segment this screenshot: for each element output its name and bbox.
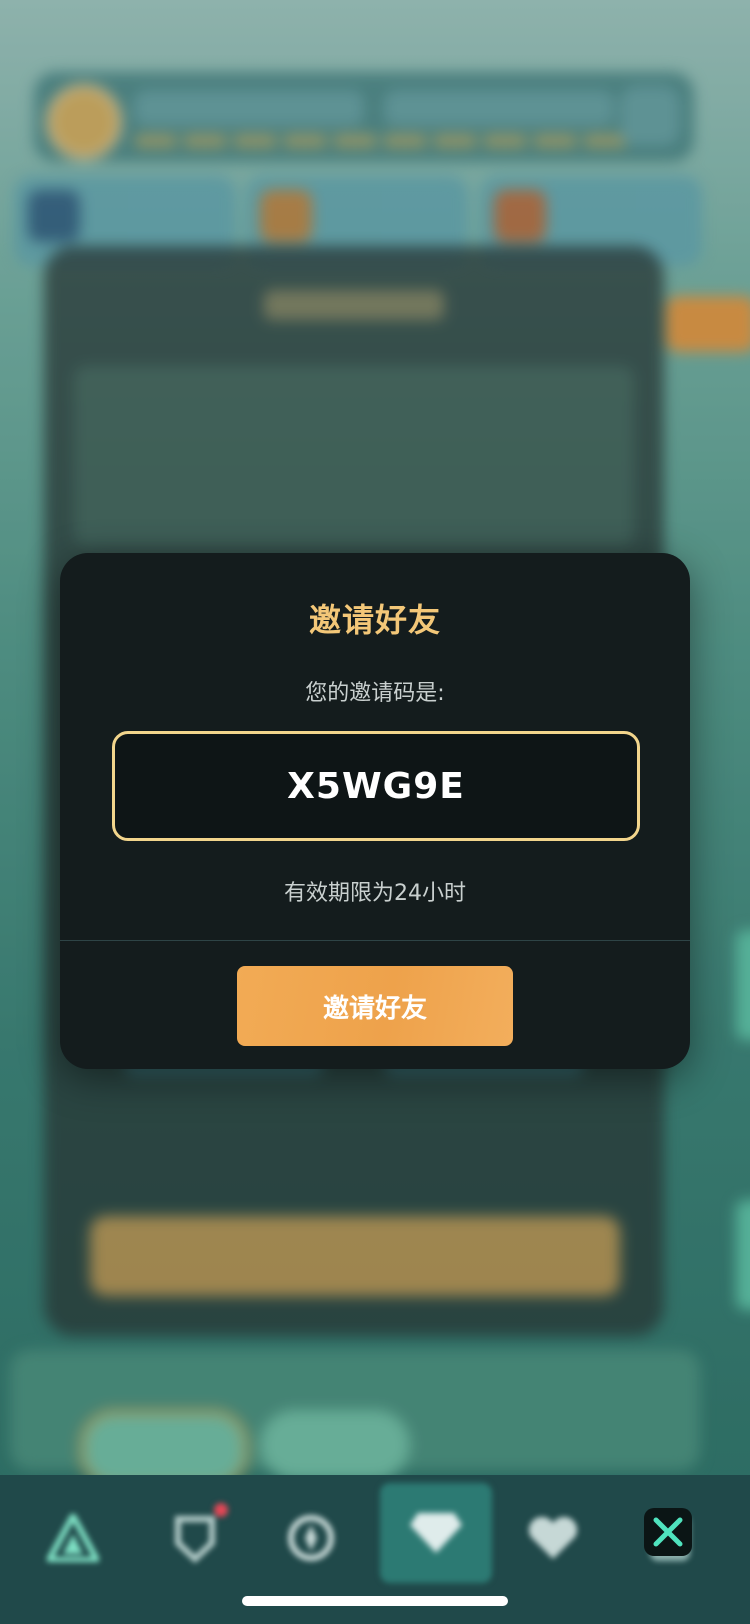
heart-icon bbox=[518, 1503, 588, 1573]
invite-friend-modal: 邀请好友 您的邀请码是: X5WG9E 有效期限为24小时 邀请好友 bbox=[60, 553, 690, 1069]
invite-code-label: 您的邀请码是: bbox=[305, 681, 445, 706]
compass-icon bbox=[276, 1503, 346, 1573]
close-icon bbox=[653, 1517, 683, 1547]
invite-code-box[interactable]: X5WG9E bbox=[112, 731, 640, 841]
modal-title: 邀请好友 bbox=[308, 601, 441, 639]
notification-dot bbox=[214, 1503, 228, 1517]
triangle-logo-icon bbox=[38, 1503, 108, 1573]
diamond-icon bbox=[380, 1483, 492, 1583]
invite-code-value: X5WG9E bbox=[287, 765, 465, 807]
validity-text: 有效期限为24小时 bbox=[284, 881, 466, 906]
home-indicator[interactable] bbox=[242, 1596, 508, 1606]
badge-icon bbox=[160, 1503, 230, 1573]
modal-divider bbox=[60, 940, 690, 941]
invite-friend-button[interactable]: 邀请好友 bbox=[237, 966, 513, 1046]
close-button[interactable] bbox=[644, 1508, 692, 1556]
